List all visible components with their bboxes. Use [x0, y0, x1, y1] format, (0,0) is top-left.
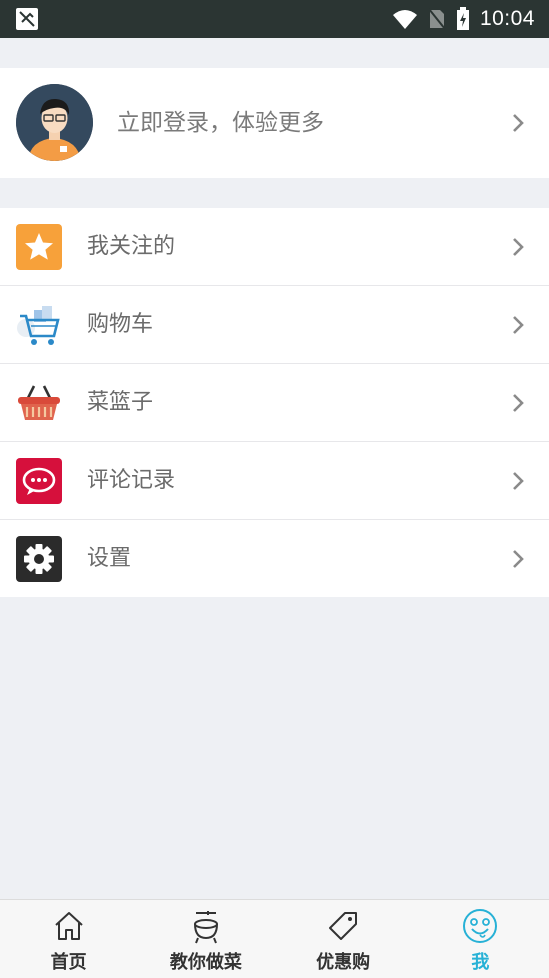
tab-deals[interactable]: 优惠购	[275, 900, 412, 978]
battery-charging-icon	[456, 7, 469, 30]
cooking-pot-icon	[193, 911, 218, 944]
menu-item-label: 购物车	[87, 312, 154, 337]
no-sim-icon	[428, 8, 446, 30]
tab-label: 优惠购	[316, 952, 371, 973]
tab-home[interactable]: 首页	[0, 900, 137, 978]
chevron-right-icon	[513, 316, 524, 334]
status-time: 10:04	[479, 7, 535, 30]
wifi-icon	[392, 10, 417, 29]
gear-icon	[16, 536, 62, 582]
menu-item-following[interactable]: 我关注的	[0, 208, 549, 286]
menu-item-basket[interactable]: 菜篮子	[0, 364, 549, 442]
menu-item-settings[interactable]: 设置	[0, 520, 549, 597]
basket-icon	[16, 380, 62, 426]
login-row[interactable]: 立即登录，体验更多	[0, 68, 549, 178]
tab-me[interactable]: 我	[412, 900, 549, 978]
status-bar: 10:04	[0, 0, 549, 38]
menu-item-label: 菜篮子	[87, 390, 154, 415]
tag-icon	[329, 912, 358, 940]
menu-item-comments[interactable]: 评论记录	[0, 442, 549, 520]
notification-icon	[16, 8, 38, 30]
menu-item-cart[interactable]: 购物车	[0, 286, 549, 364]
tab-label: 我	[471, 952, 490, 973]
menu-item-label: 评论记录	[87, 468, 176, 493]
menu-item-label: 我关注的	[87, 234, 176, 259]
home-icon	[54, 912, 83, 940]
menu-item-label: 设置	[87, 546, 132, 571]
tab-label: 首页	[50, 952, 87, 973]
avatar[interactable]	[16, 84, 93, 161]
tab-cooking[interactable]: 教你做菜	[137, 900, 274, 978]
smiley-icon	[463, 909, 498, 943]
chevron-right-icon	[513, 114, 524, 132]
chevron-right-icon	[513, 550, 524, 568]
login-prompt[interactable]: 立即登录，体验更多	[117, 68, 324, 178]
chevron-right-icon	[513, 238, 524, 256]
menu-list: 我关注的 购物车 菜篮子 评论记录 设置	[0, 208, 549, 597]
comment-icon	[16, 458, 62, 504]
tab-label: 教你做菜	[169, 952, 242, 973]
bottom-tab-bar: 首页 教你做菜 优惠购 我	[0, 899, 549, 978]
shopping-cart-icon	[16, 302, 62, 348]
chevron-right-icon	[513, 394, 524, 412]
chevron-right-icon	[513, 472, 524, 490]
star-icon	[16, 224, 62, 270]
